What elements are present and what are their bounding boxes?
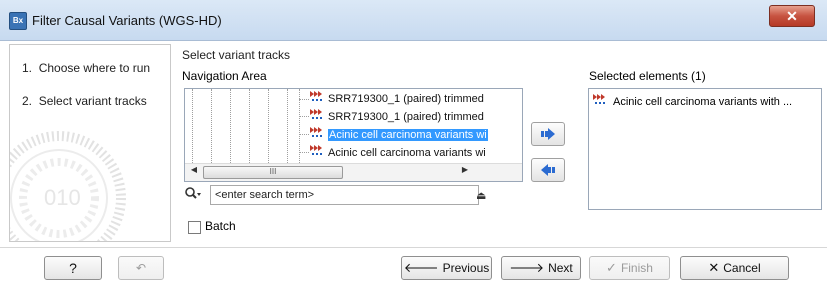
undo-icon: ↶ — [135, 261, 147, 275]
cancel-button[interactable]: ✕ Cancel — [680, 256, 789, 280]
navigation-tree[interactable]: SRR719300_1 (paired) trimmed SRR719300_1… — [184, 88, 523, 182]
arrow-left-icon: 🡐 — [403, 260, 439, 275]
batch-label: Batch — [205, 219, 236, 233]
finish-button[interactable]: ✓ Finish — [589, 256, 670, 280]
tree-guide-line — [299, 89, 300, 165]
step-label: Select variant tracks — [38, 94, 147, 108]
wizard-steps-panel: 1. Choose where to run 2. Select variant… — [9, 44, 171, 242]
section-title: Select variant tracks — [182, 48, 291, 62]
help-button[interactable]: ? — [44, 256, 102, 280]
horizontal-scroll-thumb[interactable]: III — [203, 166, 343, 179]
step-number: 2. — [22, 94, 33, 108]
step-select-variant-tracks[interactable]: 2. Select variant tracks — [22, 94, 147, 108]
tree-guide-line — [287, 89, 288, 165]
window-title: Filter Causal Variants (WGS-HD) — [32, 13, 222, 28]
arrow-right-icon — [541, 128, 555, 140]
selected-element-label: Acinic cell carcinoma variants with ... — [613, 96, 793, 108]
navigation-area-label: Navigation Area — [182, 69, 267, 83]
app-icon: Bx — [9, 12, 27, 30]
footer-divider — [0, 247, 827, 248]
tree-item-label: Acinic cell carcinoma variants wi — [328, 147, 486, 159]
tree-item-variant-track[interactable]: SRR719300_1 (paired) trimmed — [310, 108, 484, 125]
checkmark-icon: ✓ — [606, 260, 617, 275]
scroll-left-icon[interactable]: ◀ — [186, 165, 202, 174]
add-to-selected-button[interactable] — [531, 122, 565, 146]
horizontal-scrollbar[interactable]: ◀ III ▶ — [185, 163, 522, 181]
eject-icon[interactable]: ⏏ — [476, 189, 486, 202]
window-titlebar: Bx Filter Causal Variants (WGS-HD) ✕ — [0, 0, 827, 41]
next-button[interactable]: 🡒 Next — [501, 256, 581, 280]
next-label: Next — [548, 261, 573, 275]
variant-track-icon — [310, 90, 324, 108]
arrow-left-icon — [541, 164, 555, 176]
tree-item-variant-track-selected[interactable]: Acinic cell carcinoma variants wi — [310, 126, 488, 143]
tree-guide-line — [192, 89, 193, 165]
variant-track-icon — [593, 93, 607, 108]
svg-text:010: 010 — [44, 185, 81, 210]
tree-item-variant-track[interactable]: Acinic cell carcinoma variants wi — [310, 144, 486, 161]
selected-elements-label: Selected elements (1) — [589, 69, 706, 83]
tree-connector — [299, 152, 309, 153]
step-label: Choose where to run — [38, 61, 151, 75]
close-icon: ✕ — [708, 260, 720, 275]
remove-from-selected-button[interactable] — [531, 158, 565, 182]
close-button[interactable]: ✕ — [769, 5, 815, 27]
variant-track-icon — [310, 126, 324, 144]
watermark-seal-icon: 010 — [10, 131, 126, 241]
tree-connector — [299, 134, 309, 135]
tree-connector — [299, 116, 309, 117]
scroll-right-icon[interactable]: ▶ — [457, 165, 473, 174]
tree-item-variant-track[interactable]: SRR719300_1 (paired) trimmed — [310, 90, 484, 107]
tree-item-label: SRR719300_1 (paired) trimmed — [328, 93, 484, 105]
tree-guide-line — [230, 89, 231, 165]
tree-guide-line — [249, 89, 250, 165]
tree-guide-line — [268, 89, 269, 165]
batch-checkbox[interactable] — [188, 221, 201, 234]
step-number: 1. — [22, 61, 33, 75]
arrow-right-icon: 🡒 — [509, 260, 545, 275]
tree-connector — [299, 99, 309, 100]
finish-label: Finish — [620, 261, 653, 275]
tree-guide-line — [211, 89, 212, 165]
undo-button[interactable]: ↶ — [118, 256, 164, 280]
variant-track-icon — [310, 108, 324, 126]
step-choose-where-to-run[interactable]: 1. Choose where to run — [22, 61, 150, 75]
variant-track-icon — [310, 144, 324, 162]
cancel-label: Cancel — [723, 261, 761, 275]
previous-label: Previous — [442, 261, 490, 275]
search-input[interactable] — [210, 185, 479, 205]
previous-button[interactable]: 🡐 Previous — [401, 256, 492, 280]
selected-elements-list[interactable]: Acinic cell carcinoma variants with ... — [588, 88, 822, 210]
tree-item-label: SRR719300_1 (paired) trimmed — [328, 111, 484, 123]
search-icon[interactable] — [184, 186, 202, 202]
selected-element-item[interactable]: Acinic cell carcinoma variants with ... — [593, 93, 792, 108]
tree-item-label: Acinic cell carcinoma variants wi — [328, 129, 488, 141]
